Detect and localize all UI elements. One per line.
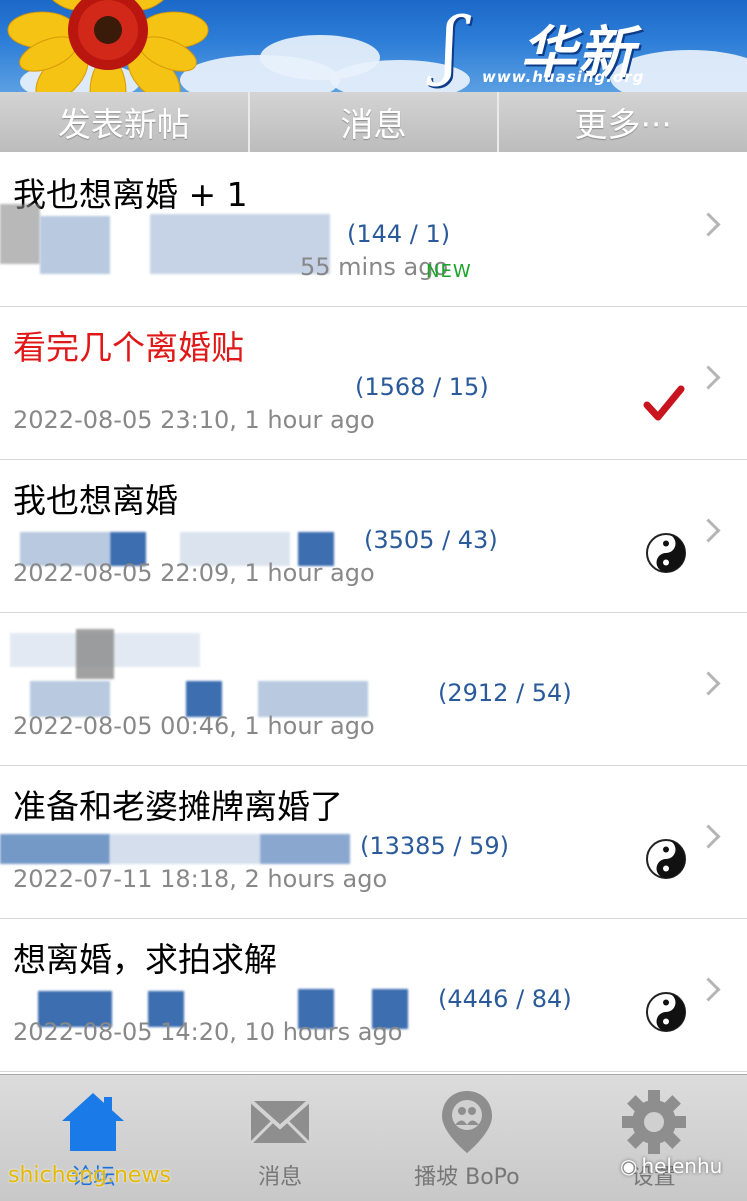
location-pin-icon — [441, 1091, 492, 1153]
tab-bopo[interactable]: 播坡 BoPo — [374, 1075, 561, 1201]
thread-time: 2022-08-05 00:46, 1 hour ago — [13, 712, 375, 740]
thread-time: 2022-07-11 18:18, 2 hours ago — [13, 865, 388, 893]
chevron-right-icon — [696, 518, 721, 543]
thread-row[interactable]: 看完几个离婚贴 (1568 / 15) 2022-08-05 23:10, 1 … — [0, 307, 747, 460]
thread-counts: (2912 / 54) — [438, 679, 572, 707]
thread-row[interactable]: 我也想离婚 (3505 / 43) 2022-08-05 22:09, 1 ho… — [0, 460, 747, 613]
new-badge: NEW — [426, 261, 472, 282]
thread-counts: (4446 / 84) — [438, 985, 572, 1013]
sunflower-image — [7, 0, 209, 92]
redacted-block — [76, 629, 114, 679]
thread-row[interactable]: 我也想离婚 + 1 (144 / 1) 55 mins ago NEW — [0, 154, 747, 307]
redacted-block — [260, 834, 350, 864]
logo-mark-icon: ʃ — [440, 2, 461, 88]
thread-row[interactable]: (2912 / 54) 2022-08-05 00:46, 1 hour ago — [0, 613, 747, 766]
checkmark-icon — [643, 385, 685, 421]
chevron-right-icon — [696, 824, 721, 849]
yin-yang-icon — [646, 533, 686, 573]
thread-title: 我也想离婚 — [13, 481, 178, 520]
thread-title: 准备和老婆摊牌离婚了 — [13, 787, 343, 826]
messages-button[interactable]: 消息 — [250, 92, 500, 152]
envelope-icon — [249, 1099, 311, 1145]
tab-messages[interactable]: 消息 — [187, 1075, 374, 1201]
thread-counts: (3505 / 43) — [364, 526, 498, 554]
thread-title: 看完几个离婚贴 — [13, 328, 244, 367]
new-post-button[interactable]: 发表新帖 — [0, 92, 250, 152]
wechat-icon: ◉ — [620, 1154, 638, 1178]
thread-row[interactable]: 想离婚，求拍求解 (4446 / 84) 2022-08-05 14:20, 1… — [0, 919, 747, 1072]
tab-messages-label: 消息 — [258, 1165, 303, 1190]
tab-bopo-label: 播坡 BoPo — [414, 1165, 520, 1190]
redacted-block — [0, 204, 40, 264]
header-banner: ʃ 华新 www.huasing.org — [0, 0, 747, 92]
more-button[interactable]: 更多··· — [499, 92, 747, 152]
chevron-right-icon — [696, 365, 721, 390]
redacted-block — [0, 834, 110, 864]
chevron-right-icon — [696, 212, 721, 237]
thread-time: 2022-08-05 23:10, 1 hour ago — [13, 406, 375, 434]
gear-icon — [621, 1090, 686, 1154]
thread-time: 2022-08-05 14:20, 10 hours ago — [13, 1018, 403, 1046]
watermark-right-text: helenhu — [641, 1154, 723, 1178]
chevron-right-icon — [696, 671, 721, 696]
yin-yang-icon — [646, 839, 686, 879]
watermark-right: ◉ helenhu — [620, 1154, 722, 1178]
logo-url: www.huasing.org — [482, 68, 645, 86]
thread-counts: (144 / 1) — [347, 220, 451, 248]
home-icon — [62, 1093, 125, 1151]
redacted-block — [110, 834, 260, 864]
thread-title: 想离婚，求拍求解 — [13, 940, 277, 979]
watermark-left: shicheng.news — [8, 1163, 171, 1188]
chevron-right-icon — [696, 977, 721, 1002]
thread-time: 2022-08-05 22:09, 1 hour ago — [13, 559, 375, 587]
thread-counts: (1568 / 15) — [355, 373, 489, 401]
yin-yang-icon — [646, 992, 686, 1032]
tab-settings[interactable]: 设置 — [560, 1075, 747, 1201]
redacted-block — [40, 216, 110, 274]
thread-row[interactable]: 准备和老婆摊牌离婚了 (13385 / 59) 2022-07-11 18:18… — [0, 766, 747, 919]
top-toolbar: 发表新帖 消息 更多··· — [0, 92, 747, 152]
thread-counts: (13385 / 59) — [360, 832, 509, 860]
thread-list: 我也想离婚 + 1 (144 / 1) 55 mins ago NEW 看完几个… — [0, 154, 747, 1072]
thread-title: 我也想离婚 + 1 — [13, 175, 248, 214]
